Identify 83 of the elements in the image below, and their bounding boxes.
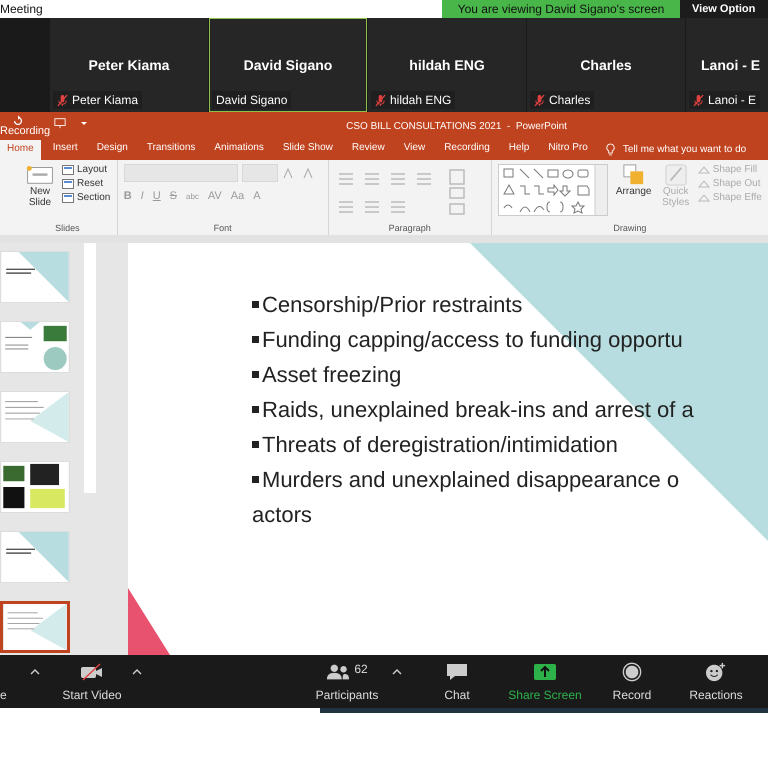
new-slide-label: New Slide	[28, 186, 52, 208]
presentation-icon[interactable]	[54, 117, 66, 129]
bullet-text: Asset freezing	[262, 361, 402, 389]
new-slide-button[interactable]: New Slide	[24, 164, 56, 223]
people-icon	[326, 662, 350, 682]
refresh-icon[interactable]	[12, 115, 24, 127]
participant-label: hildah ENG	[390, 93, 452, 107]
viewing-banner: You are viewing David Sigano's screen	[442, 0, 680, 18]
ribbon-tab[interactable]: Help	[502, 140, 536, 160]
smiley-plus-icon	[704, 662, 728, 682]
participant-tile[interactable]: Charles Charles	[527, 18, 685, 112]
group-label: Font	[212, 223, 233, 233]
toolbar-button[interactable]: Reactions	[674, 662, 758, 702]
ribbon-tab[interactable]: Animations	[207, 140, 271, 160]
shape-format-icon	[698, 192, 710, 202]
ribbon-tab[interactable]: View	[396, 140, 432, 160]
scrollbar[interactable]	[84, 243, 96, 493]
participant-name: Peter Kiama	[88, 57, 170, 73]
ribbon-tab[interactable]: Slide Show	[276, 140, 340, 160]
toolbar-button[interactable]: Chat	[414, 662, 500, 702]
toolbar-button[interactable]: Record	[590, 662, 674, 702]
layout-icon	[62, 192, 74, 202]
shape-format-icon	[698, 164, 710, 174]
bullet-text: actors	[252, 501, 312, 529]
video-off-icon	[80, 662, 104, 682]
toolbar-button[interactable]: Start Video	[52, 662, 132, 702]
quick-styles-icon	[664, 164, 687, 186]
participant-count: 62	[354, 662, 368, 676]
participant-name: Charles	[579, 57, 633, 73]
slide-command[interactable]: Layout	[62, 164, 110, 175]
new-slide-icon	[26, 164, 54, 186]
ribbon-tab[interactable]: Nitro Pro	[541, 140, 595, 160]
recording-label: Recording	[0, 125, 50, 137]
participant-label: Lanoi - E	[708, 93, 756, 107]
shapes-gallery-drawing[interactable]	[498, 164, 608, 216]
participant-tile[interactable]: Peter Kiama Peter Kiama	[50, 18, 208, 112]
ribbon-tab[interactable]: Home	[0, 140, 41, 160]
ribbon-tab[interactable]: Design	[90, 140, 135, 160]
chat-bubble-icon	[445, 662, 469, 682]
toolbar-button[interactable]: 62 Participants	[302, 662, 392, 702]
participant-tile[interactable]: David Sigano David Sigano	[209, 18, 367, 112]
slide-command[interactable]: Section	[62, 192, 110, 203]
bullet-text: Murders and unexplained disappearance o	[262, 466, 680, 494]
ribbon-tab[interactable]: Insert	[46, 140, 85, 160]
slide-thumbnail[interactable]	[0, 601, 70, 653]
group-label: Paragraph	[388, 223, 432, 233]
participant-name: hildah ENG	[408, 57, 486, 73]
caret-icon[interactable]	[392, 668, 402, 674]
toolbar-button[interactable]: e	[0, 662, 30, 702]
record-icon	[620, 662, 644, 682]
font-size-field[interactable]	[242, 164, 278, 182]
toolbar-button[interactable]: Share Screen	[500, 662, 590, 702]
arrange-button[interactable]: Arrange	[614, 164, 654, 223]
tell-me-search[interactable]: Tell me what you want to do	[622, 144, 746, 160]
participant-label: David Sigano	[216, 93, 288, 107]
ribbon-tab[interactable]: Transitions	[140, 140, 202, 160]
caret-icon[interactable]	[30, 668, 40, 674]
font-name-field[interactable]	[124, 164, 238, 182]
document-title: CSO BILL CONSULTATIONS 2021 - PowerPoint	[346, 120, 567, 132]
layout-icon	[62, 178, 74, 188]
caret-icon[interactable]	[132, 668, 142, 674]
bullet-text: Raids, unexplained break-ins and arrest of a	[262, 396, 694, 424]
lightbulb-icon	[606, 143, 615, 156]
view-options-button[interactable]: View Option	[680, 0, 768, 18]
arrange-icon	[622, 164, 645, 186]
shape-format-icon	[698, 178, 710, 188]
group-label: Drawing	[612, 223, 648, 233]
ribbon-tab[interactable]: Review	[344, 140, 392, 160]
window-title: Meeting	[0, 2, 44, 16]
group-label: Slides	[54, 223, 81, 233]
participant-name: David Sigano	[242, 57, 334, 73]
participant-label: Peter Kiama	[72, 93, 138, 107]
bullet-text: Threats of deregistration/intimidation	[262, 431, 618, 459]
slide-command[interactable]: Reset	[62, 178, 110, 189]
bullet-text: Censorship/Prior restraints	[262, 291, 522, 319]
participant-tile[interactable]: Lanoi - E Lanoi - E	[686, 18, 768, 112]
layout-icon	[62, 164, 74, 174]
ribbon-tab[interactable]: Recording	[437, 140, 497, 160]
participant-label: Charles	[549, 93, 590, 107]
participant-tile[interactable]: hildah ENG hildah ENG	[368, 18, 526, 112]
font-format-button[interactable]: abc	[186, 192, 199, 200]
participant-name: Lanoi - E	[700, 57, 762, 73]
bullet-text: Funding capping/access to funding opportu	[262, 326, 683, 354]
